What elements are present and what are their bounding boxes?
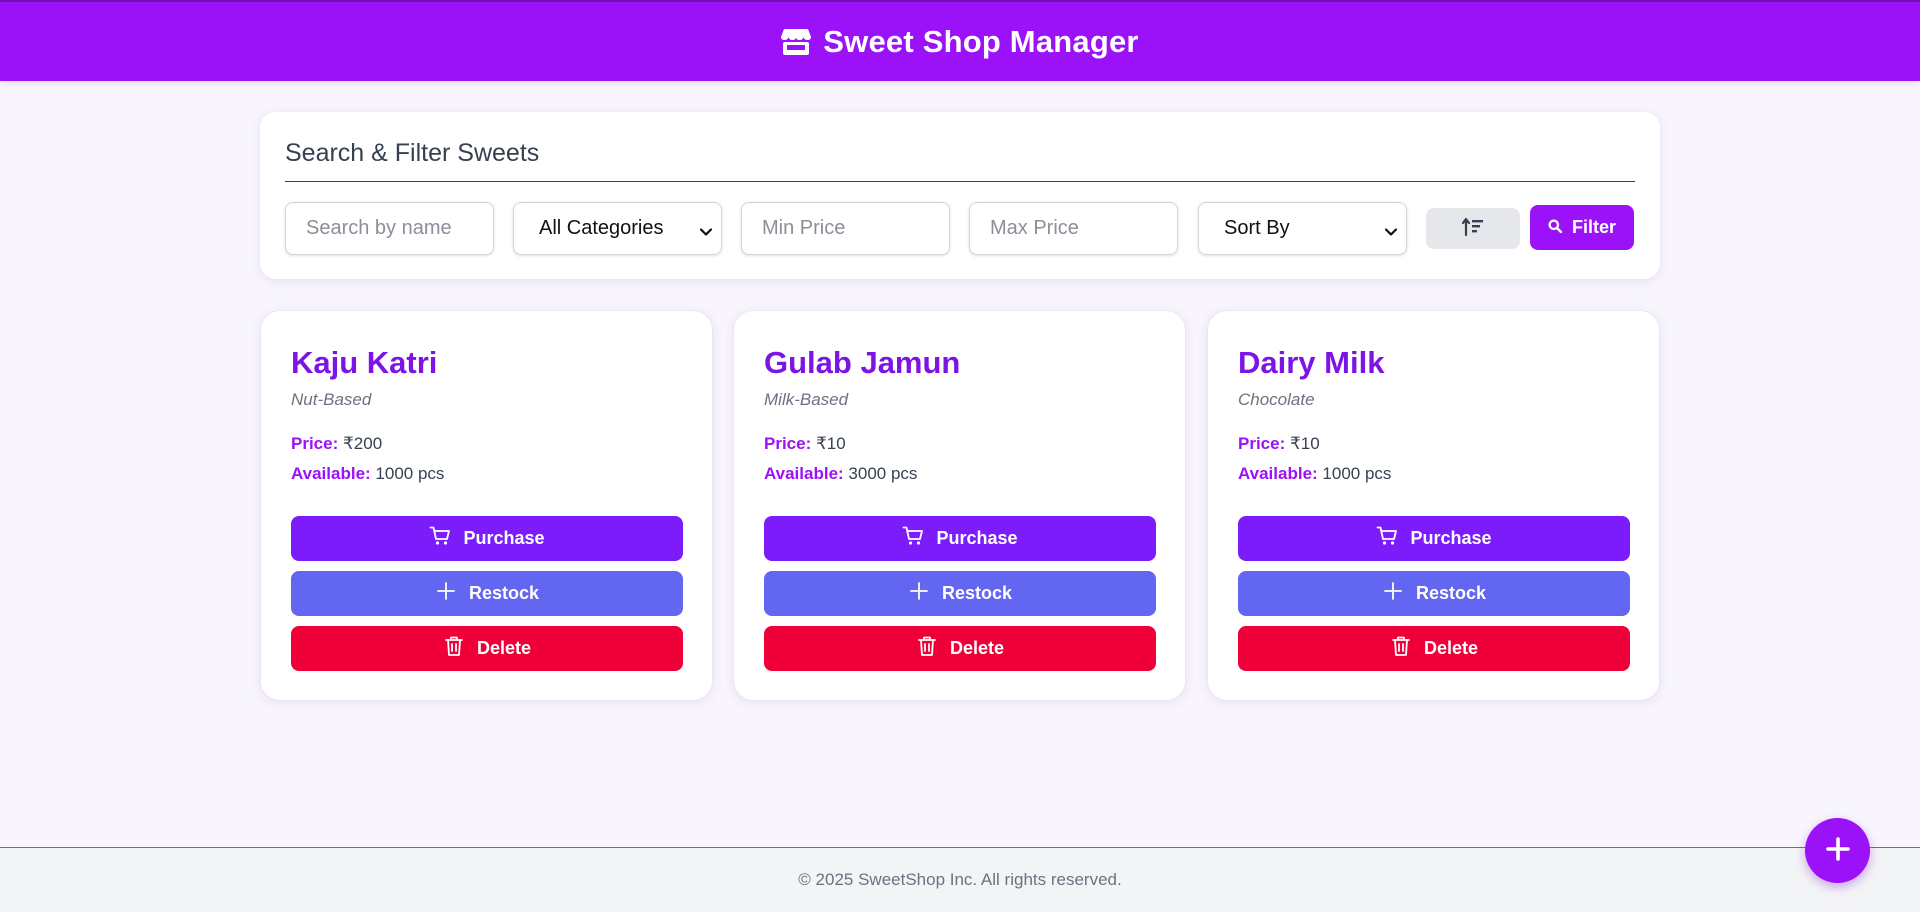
sweet-price: Price: ₹10 xyxy=(1238,434,1320,454)
sweet-card: Gulab Jamun Milk-Based Price: ₹10 Availa… xyxy=(733,310,1186,701)
filter-divider xyxy=(285,181,1635,182)
purchase-label: Purchase xyxy=(1410,528,1492,548)
restock-label: Restock xyxy=(941,583,1013,603)
available-value: 1000 pcs xyxy=(1322,464,1392,483)
cart-icon xyxy=(902,525,924,552)
cart-icon xyxy=(1376,525,1398,552)
purchase-button[interactable]: Purchase xyxy=(1238,516,1630,561)
purchase-label: Purchase xyxy=(463,528,545,548)
add-sweet-button[interactable] xyxy=(1805,818,1870,883)
filter-button-label: Filter xyxy=(1571,217,1616,237)
plus-icon xyxy=(435,580,457,607)
search-icon xyxy=(1548,217,1563,238)
category-select-value: All Categories xyxy=(539,217,664,239)
available-value: 3000 pcs xyxy=(848,464,918,483)
price-label: Price: xyxy=(291,434,339,453)
restock-label: Restock xyxy=(1415,583,1487,603)
chevron-down-icon xyxy=(1384,222,1398,236)
sweet-price: Price: ₹200 xyxy=(291,434,382,454)
delete-label: Delete xyxy=(949,638,1005,658)
plus-icon xyxy=(908,580,930,607)
sweet-stock: Available: 1000 pcs xyxy=(1238,464,1391,484)
sweet-name: Gulab Jamun xyxy=(764,345,961,380)
sweet-stock: Available: 1000 pcs xyxy=(291,464,444,484)
purchase-button[interactable]: Purchase xyxy=(291,516,683,561)
sweet-price: Price: ₹10 xyxy=(764,434,846,454)
search-input[interactable] xyxy=(285,202,494,255)
plus-icon xyxy=(1825,836,1851,865)
copyright-text: © 2025 SweetShop Inc. All rights reserve… xyxy=(798,870,1122,889)
cart-icon xyxy=(429,525,451,552)
min-price-input[interactable] xyxy=(741,202,950,255)
available-value: 1000 pcs xyxy=(375,464,445,483)
price-value: ₹10 xyxy=(815,434,846,453)
restock-button[interactable]: Restock xyxy=(291,571,683,616)
sweet-stock: Available: 3000 pcs xyxy=(764,464,917,484)
plus-icon xyxy=(1382,580,1404,607)
delete-button[interactable]: Delete xyxy=(1238,626,1630,671)
sort-ascending-icon xyxy=(1461,217,1484,240)
restock-button[interactable]: Restock xyxy=(1238,571,1630,616)
filter-panel-title: Search & Filter Sweets xyxy=(285,139,540,167)
purchase-button[interactable]: Purchase xyxy=(764,516,1156,561)
trash-icon xyxy=(1390,635,1412,662)
sweet-name: Kaju Katri xyxy=(291,345,438,380)
price-value: ₹200 xyxy=(342,434,383,453)
store-icon xyxy=(781,28,812,56)
trash-icon xyxy=(916,635,938,662)
purchase-label: Purchase xyxy=(936,528,1018,548)
filter-button[interactable]: Filter xyxy=(1530,205,1634,250)
sort-order-toggle[interactable] xyxy=(1426,208,1520,249)
brand: Sweet Shop Manager xyxy=(781,24,1138,60)
app-header: Sweet Shop Manager xyxy=(0,0,1920,81)
available-label: Available: xyxy=(1238,464,1318,483)
price-label: Price: xyxy=(764,434,812,453)
delete-label: Delete xyxy=(1423,638,1479,658)
sort-select[interactable]: Sort By xyxy=(1198,202,1407,255)
app-title: Sweet Shop Manager xyxy=(823,23,1139,59)
sweet-category: Milk-Based xyxy=(764,390,849,409)
restock-label: Restock xyxy=(468,583,540,603)
sort-select-value: Sort By xyxy=(1224,217,1290,239)
available-label: Available: xyxy=(764,464,844,483)
max-price-input[interactable] xyxy=(969,202,1178,255)
sweet-name: Dairy Milk xyxy=(1238,345,1385,380)
sweet-card: Dairy Milk Chocolate Price: ₹10 Availabl… xyxy=(1207,310,1660,701)
page-footer: © 2025 SweetShop Inc. All rights reserve… xyxy=(0,847,1920,912)
sweet-category: Nut-Based xyxy=(291,390,372,409)
sweet-category: Chocolate xyxy=(1238,390,1315,409)
sweet-card: Kaju Katri Nut-Based Price: ₹200 Availab… xyxy=(260,310,713,701)
price-label: Price: xyxy=(1238,434,1286,453)
restock-button[interactable]: Restock xyxy=(764,571,1156,616)
delete-button[interactable]: Delete xyxy=(764,626,1156,671)
trash-icon xyxy=(443,635,465,662)
chevron-down-icon xyxy=(699,222,713,236)
price-value: ₹10 xyxy=(1289,434,1320,453)
category-select[interactable]: All Categories xyxy=(513,202,722,255)
available-label: Available: xyxy=(291,464,371,483)
delete-button[interactable]: Delete xyxy=(291,626,683,671)
filter-panel: Search & Filter Sweets All Categories So… xyxy=(260,112,1660,279)
delete-label: Delete xyxy=(476,638,532,658)
